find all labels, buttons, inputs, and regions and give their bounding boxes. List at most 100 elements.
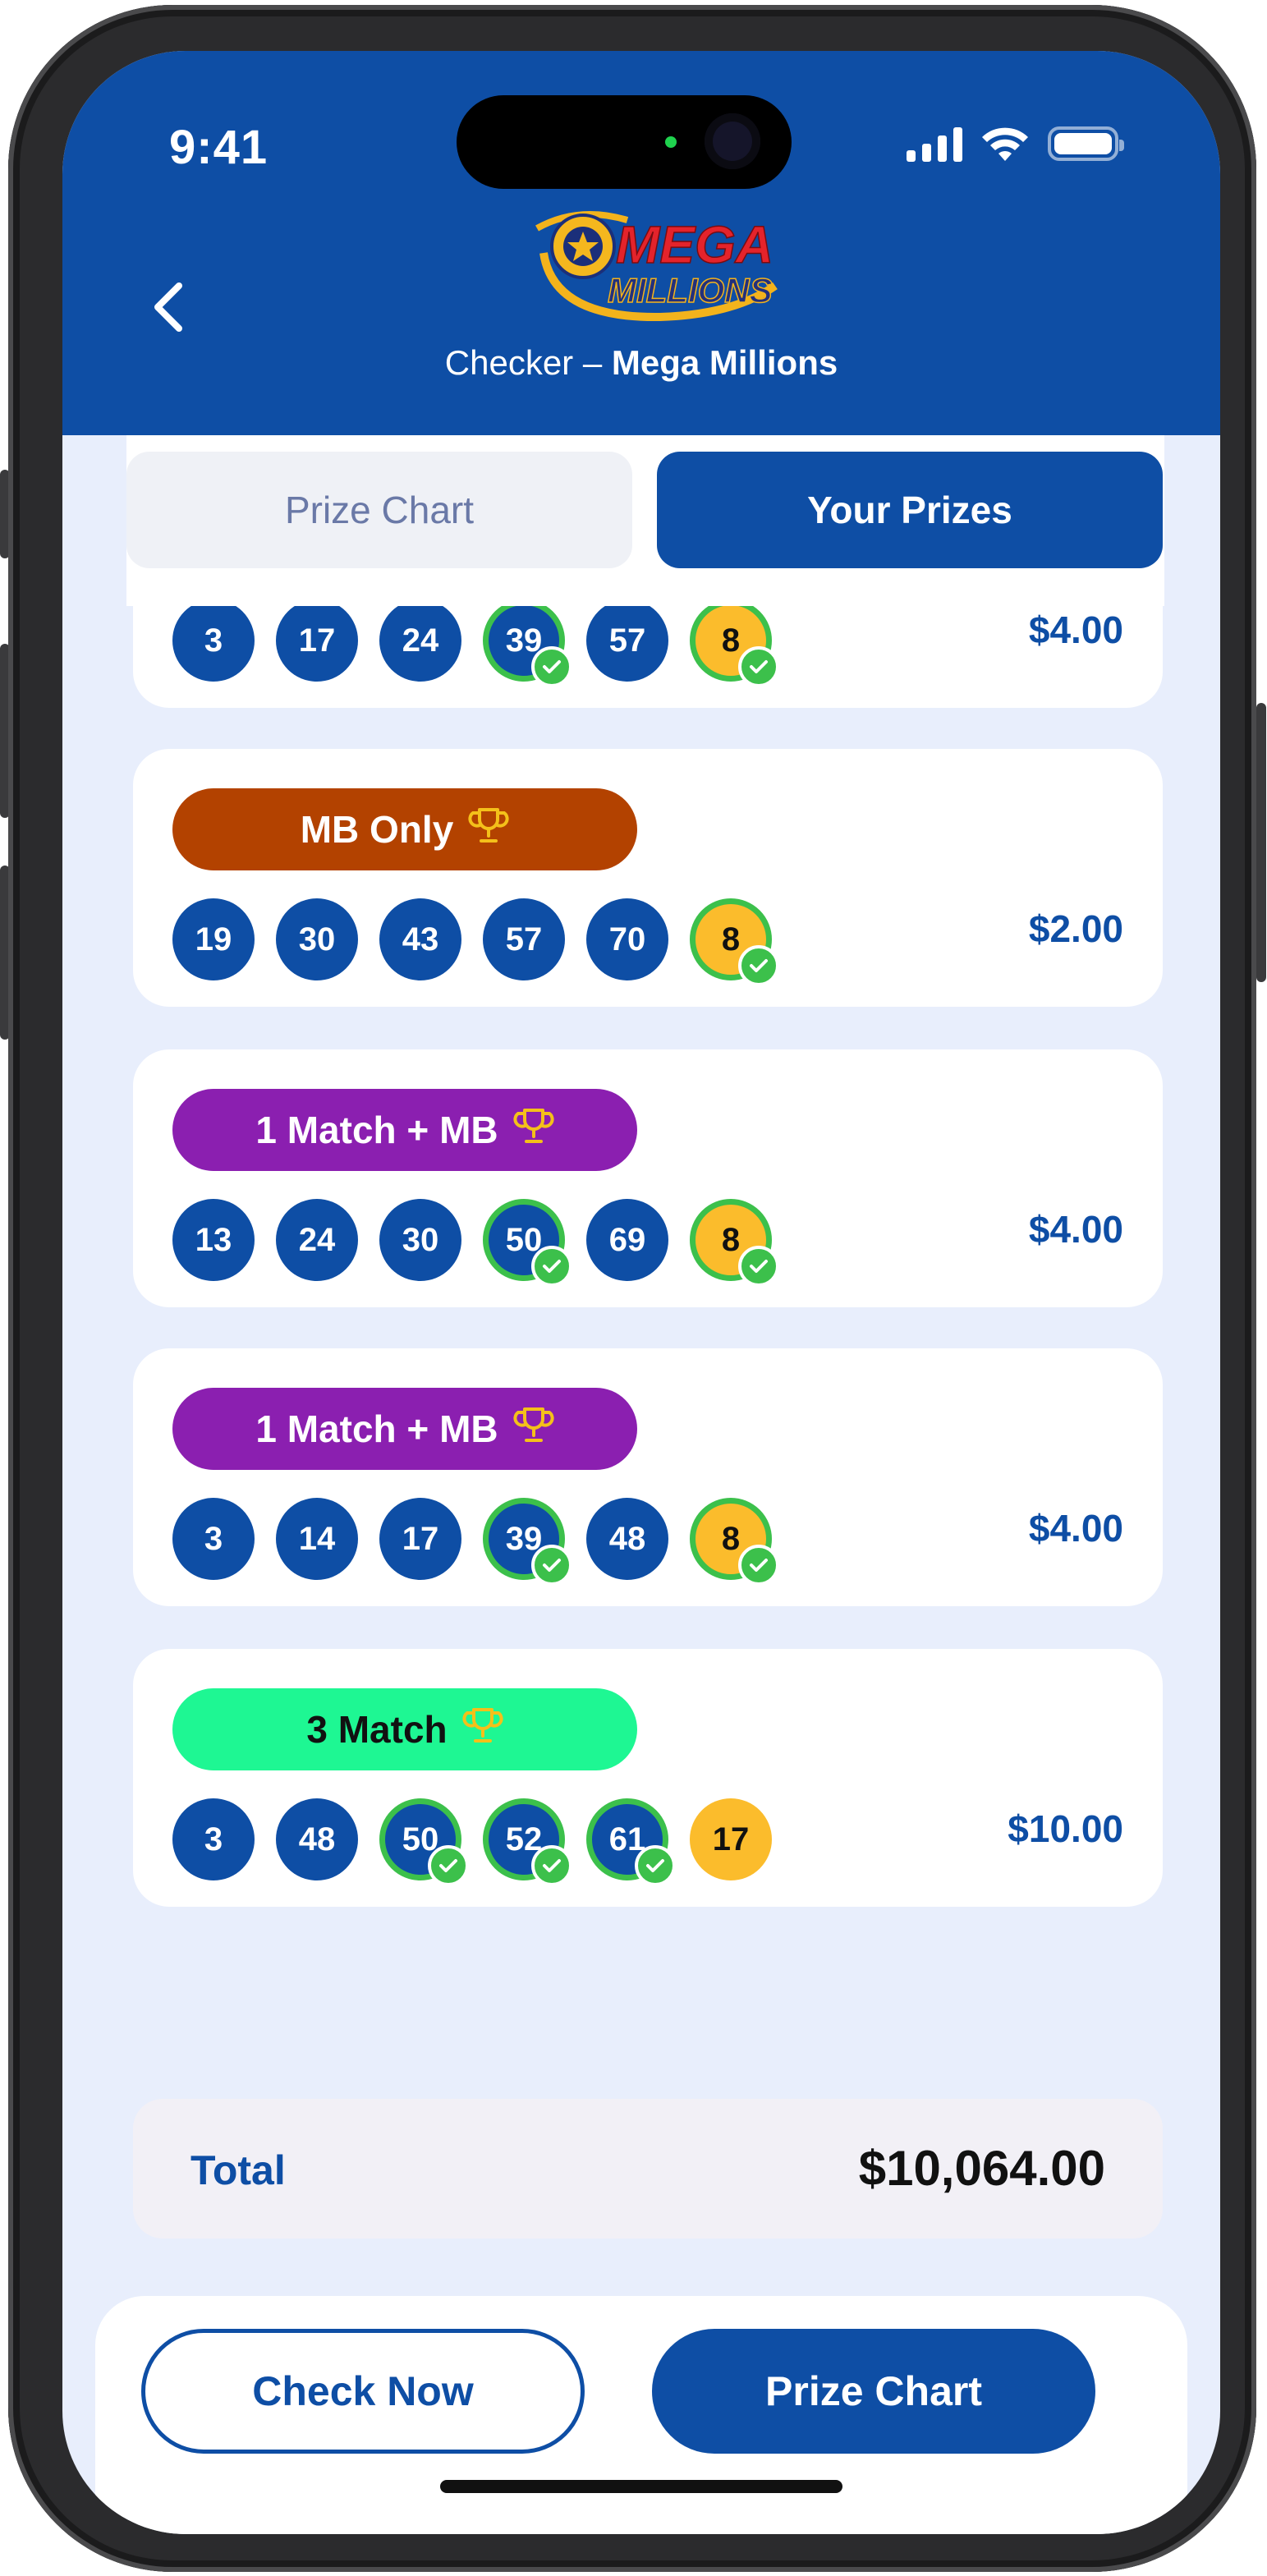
number-ball: 17 <box>276 606 358 682</box>
megaball-number: 17 <box>712 1821 750 1857</box>
ball-number: 24 <box>298 1221 336 1258</box>
ball-number: 24 <box>402 622 439 659</box>
number-ball: 39 <box>483 606 572 687</box>
ticket-card: 3 Match 3 48 50 52 61 17 $10.00 <box>133 1649 1163 1907</box>
tab-prize-chart[interactable]: Prize Chart <box>126 452 632 568</box>
prize-tier-badge: MB Only <box>172 788 637 870</box>
check-icon <box>738 1246 779 1287</box>
ball-number: 14 <box>298 1520 336 1557</box>
prize-tier-label: MB Only <box>300 808 454 851</box>
trophy-icon <box>513 1105 554 1155</box>
number-ball: 43 <box>379 898 461 980</box>
number-ball: 70 <box>586 898 668 980</box>
megaball-number: 8 <box>721 921 741 957</box>
screen: 9:41 MEGA MILLIONS Checker – Mega Millio… <box>62 51 1220 2534</box>
check-now-button[interactable]: Check Now <box>141 2329 585 2454</box>
number-ball: 19 <box>172 898 255 980</box>
number-ball: 24 <box>379 606 461 682</box>
camera-lens-icon <box>705 113 760 169</box>
number-ball: 3 <box>172 606 255 682</box>
number-ball: 57 <box>586 606 668 682</box>
subtitle-game: Mega Millions <box>611 343 838 382</box>
cellular-signal-icon <box>907 126 962 162</box>
ball-number: 17 <box>402 1520 439 1557</box>
number-ball: 61 <box>586 1798 676 1886</box>
number-ball: 24 <box>276 1199 358 1281</box>
ball-number: 57 <box>505 921 543 957</box>
status-time: 9:41 <box>169 121 269 174</box>
number-ball: 3 <box>172 1798 255 1880</box>
check-icon <box>531 646 572 687</box>
ticket-card: MB Only 19 30 43 57 70 8 $2.00 <box>133 749 1163 1007</box>
wifi-icon <box>982 127 1028 161</box>
ball-number: 30 <box>402 1221 439 1258</box>
ball-number: 17 <box>298 622 336 659</box>
battery-icon <box>1048 126 1124 161</box>
phone-frame: 9:41 MEGA MILLIONS Checker – Mega Millio… <box>8 5 1256 2572</box>
number-ball: 69 <box>586 1199 668 1281</box>
check-icon <box>738 945 779 986</box>
prize-amount: $4.00 <box>1028 1507 1123 1550</box>
megaball: 8 <box>690 1199 779 1287</box>
number-ball: 48 <box>586 1498 668 1580</box>
prize-amount: $2.00 <box>1028 907 1123 950</box>
trophy-icon <box>513 1404 554 1454</box>
subtitle-prefix: Checker – <box>444 343 612 382</box>
ball-number: 48 <box>608 1520 646 1557</box>
camera-indicator-icon <box>665 136 677 148</box>
check-icon <box>738 646 779 687</box>
check-icon <box>531 1545 572 1586</box>
mega-millions-logo: MEGA MILLIONS <box>535 210 778 322</box>
check-icon <box>635 1845 676 1886</box>
prize-tier-label: 1 Match + MB <box>255 1109 498 1151</box>
status-icons <box>907 125 1124 163</box>
number-ball: 39 <box>483 1498 572 1586</box>
trophy-icon <box>462 1705 503 1755</box>
number-ball: 50 <box>483 1199 572 1287</box>
back-arrow-icon[interactable] <box>138 274 204 340</box>
megaball: 8 <box>690 1498 779 1586</box>
megaball: 8 <box>690 606 779 687</box>
ball-number: 19 <box>195 921 232 957</box>
logo-text-top: MEGA <box>616 215 774 274</box>
ball-number: 57 <box>608 622 646 659</box>
page-subtitle: Checker – Mega Millions <box>62 343 1220 383</box>
ball-number: 3 <box>204 1520 223 1557</box>
prize-tier-badge: 1 Match + MB <box>172 1089 637 1171</box>
prize-amount: $10.00 <box>1008 1807 1123 1850</box>
number-ball: 14 <box>276 1498 358 1580</box>
number-ball: 52 <box>483 1798 572 1886</box>
megaball-number: 8 <box>721 1520 741 1557</box>
prize-amount: $4.00 <box>1028 608 1123 651</box>
tab-your-prizes[interactable]: Your Prizes <box>657 452 1163 568</box>
total-summary: Total $10,064.00 <box>133 2099 1163 2239</box>
bottom-action-bar: Check Now Prize Chart <box>95 2296 1187 2534</box>
ball-number: 30 <box>298 921 336 957</box>
logo-text-bottom: MILLIONS <box>608 271 773 310</box>
check-icon <box>531 1246 572 1287</box>
total-label: Total <box>191 2147 286 2193</box>
prize-tier-badge: 3 Match <box>172 1688 637 1770</box>
ball-number: 3 <box>204 622 223 659</box>
ball-number: 69 <box>608 1221 646 1258</box>
ball-number: 48 <box>298 1821 336 1857</box>
check-icon <box>531 1845 572 1886</box>
prize-chart-button[interactable]: Prize Chart <box>652 2329 1095 2454</box>
ticket-card: 1 Match + MB 3 14 17 39 48 8 $4.00 <box>133 1348 1163 1606</box>
number-ball: 57 <box>483 898 565 980</box>
prize-amount: $4.00 <box>1028 1208 1123 1251</box>
home-indicator <box>440 2480 842 2493</box>
number-ball: 30 <box>276 898 358 980</box>
ball-number: 70 <box>608 921 646 957</box>
prize-tier-label: 1 Match + MB <box>255 1407 498 1450</box>
prizes-list[interactable]: 1 Match + MB 3 17 24 39 57 8 $ <box>62 606 1220 2355</box>
ticket-card: 1 Match + MB 13 24 30 50 69 8 $4.00 <box>133 1049 1163 1307</box>
number-ball: 3 <box>172 1498 255 1580</box>
check-icon <box>428 1845 469 1886</box>
number-ball: 17 <box>379 1498 461 1580</box>
prize-tier-label: 3 Match <box>306 1708 448 1751</box>
ball-number: 3 <box>204 1821 223 1857</box>
tab-bar: Prize Chart Your Prizes <box>126 435 1164 606</box>
number-ball: 13 <box>172 1199 255 1281</box>
dynamic-island <box>457 95 792 189</box>
